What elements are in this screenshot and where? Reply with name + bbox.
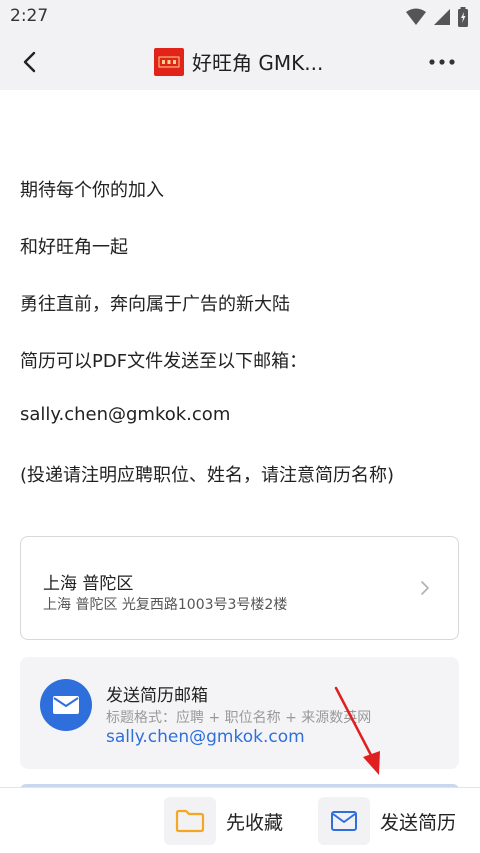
email-card[interactable]: 发送简历邮箱 标题格式：应聘 + 职位名称 + 来源数英网 sally.chen… <box>20 657 459 769</box>
bottom-action-bar: 先收藏 发送简历 <box>0 787 480 853</box>
battery-icon <box>458 7 468 27</box>
mail-icon <box>40 679 92 731</box>
collect-button[interactable]: 先收藏 <box>164 797 283 845</box>
description-line: 期待每个你的加入 <box>20 180 164 201</box>
send-resume-button[interactable]: 发送简历 <box>318 797 456 845</box>
address-card[interactable]: 上海 普陀区 上海 普陀区 光复西路1003号3号楼2楼 <box>20 536 459 640</box>
send-resume-label: 发送简历 <box>380 811 457 834</box>
more-dots-icon <box>429 59 455 65</box>
collect-label: 先收藏 <box>226 811 284 834</box>
address-title: 上海 普陀区 <box>43 574 134 594</box>
title-wrap: 好旺角 GMK... <box>154 47 323 76</box>
folder-icon <box>164 797 216 845</box>
description-line: 勇往直前，奔向属于广告的新大陆 <box>20 294 290 315</box>
back-button[interactable] <box>14 46 46 78</box>
status-bar: 2:27 <box>0 0 480 34</box>
status-time: 2:27 <box>10 6 49 26</box>
title-bar: 好旺角 GMK... <box>0 34 480 90</box>
email-card-title: 发送简历邮箱 <box>106 686 208 706</box>
company-logo <box>154 47 184 76</box>
description-line: (投递请注明应聘职位、姓名，请注意简历名称) <box>20 465 395 486</box>
description-line: 简历可以PDF文件发送至以下邮箱： <box>20 351 308 372</box>
address-detail: 上海 普陀区 光复西路1003号3号楼2楼 <box>43 597 288 613</box>
signal-icon <box>434 9 450 25</box>
description-email: sally.chen@gmkok.com <box>20 404 231 425</box>
description-line: 和好旺角一起 <box>20 237 128 258</box>
mail-icon <box>318 797 370 845</box>
email-subject-hint: 标题格式：应聘 + 职位名称 + 来源数英网 <box>106 710 372 726</box>
more-button[interactable] <box>426 46 458 78</box>
chevron-right-icon <box>421 581 429 595</box>
page-title: 好旺角 GMK... <box>192 51 324 75</box>
wifi-icon <box>406 8 426 25</box>
email-address-link[interactable]: sally.chen@gmkok.com <box>106 727 305 747</box>
back-arrow-icon <box>23 51 36 73</box>
status-icons <box>406 7 468 27</box>
